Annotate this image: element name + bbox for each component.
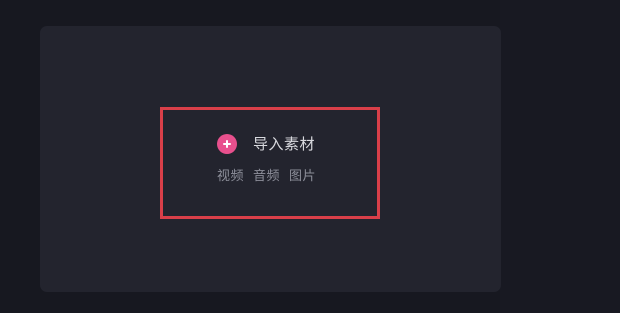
media-type-audio: 音频: [253, 169, 281, 184]
highlight-box: [160, 107, 380, 219]
media-type-video: 视频: [217, 169, 245, 184]
media-type-image: 图片: [289, 169, 317, 184]
import-media-button[interactable]: 导入素材: [217, 133, 315, 155]
right-panel-background: [500, 0, 620, 313]
plus-circle-icon[interactable]: [217, 134, 237, 154]
import-media-label[interactable]: 导入素材: [253, 133, 315, 155]
supported-media-types: 视频 音频 图片: [217, 168, 316, 186]
